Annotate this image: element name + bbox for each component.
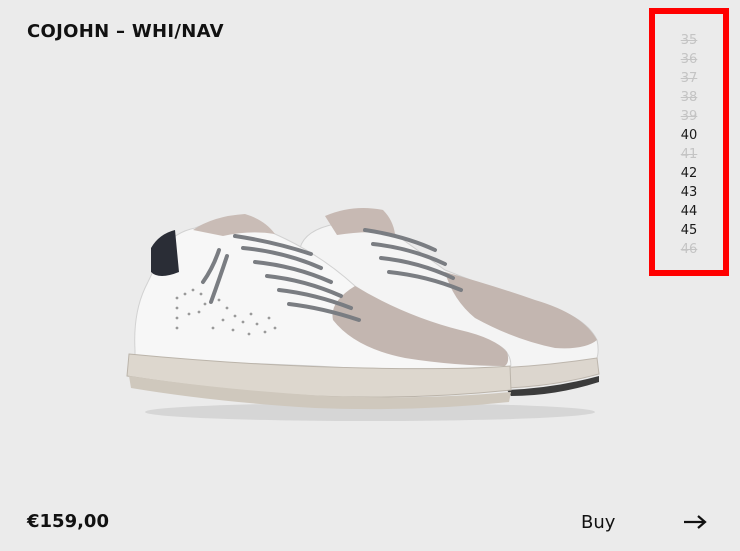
size-option-35: 35 [680, 33, 698, 48]
size-selector: 35 36 37 38 39 40 41 42 43 44 45 46 [649, 8, 729, 276]
size-option-36: 36 [680, 52, 698, 67]
size-list: 35 36 37 38 39 40 41 42 43 44 45 46 [655, 31, 723, 259]
buy-button[interactable]: Buy [575, 505, 715, 539]
buy-label: Buy [581, 511, 616, 533]
product-title: COJOHN – WHI/NAV [27, 21, 224, 42]
size-option-41: 41 [680, 147, 698, 162]
arrow-right-icon [684, 515, 707, 529]
size-option-42[interactable]: 42 [655, 164, 723, 183]
size-option-43[interactable]: 43 [655, 183, 723, 202]
size-option-39: 39 [680, 109, 698, 124]
product-price: €159,00 [27, 511, 109, 532]
size-option-37: 37 [680, 71, 698, 86]
size-option-46: 46 [680, 242, 698, 257]
size-option-45[interactable]: 45 [655, 221, 723, 240]
size-option-38: 38 [680, 90, 698, 105]
sneaker-product-image [126, 208, 600, 421]
size-option-40[interactable]: 40 [655, 126, 723, 145]
size-option-44[interactable]: 44 [655, 202, 723, 221]
